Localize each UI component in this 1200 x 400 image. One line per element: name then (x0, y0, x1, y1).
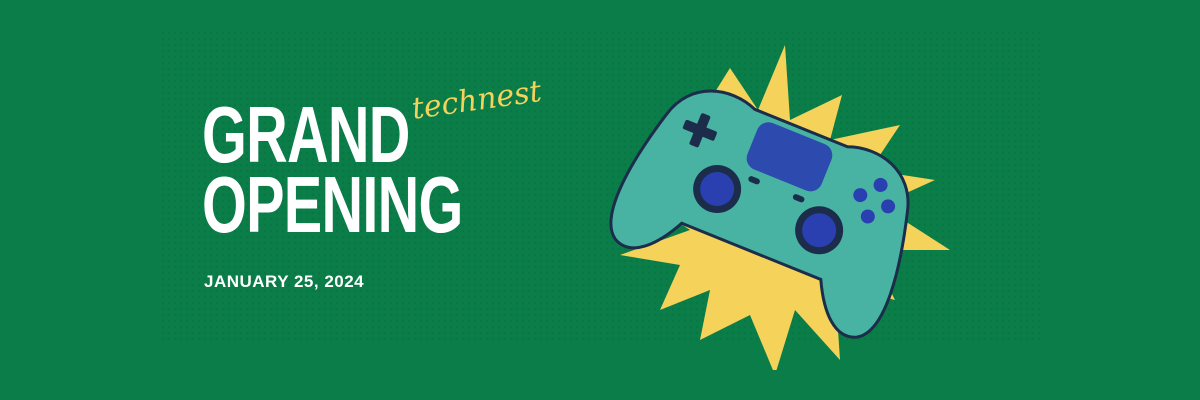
headline-line-2: OPENING (202, 160, 463, 249)
game-controller-illustration (609, 45, 950, 370)
event-date: JANUARY 25, 2024 (204, 272, 365, 291)
grand-opening-banner: GRAND OPENING JANUARY 25, 2024 technest (0, 0, 1200, 400)
